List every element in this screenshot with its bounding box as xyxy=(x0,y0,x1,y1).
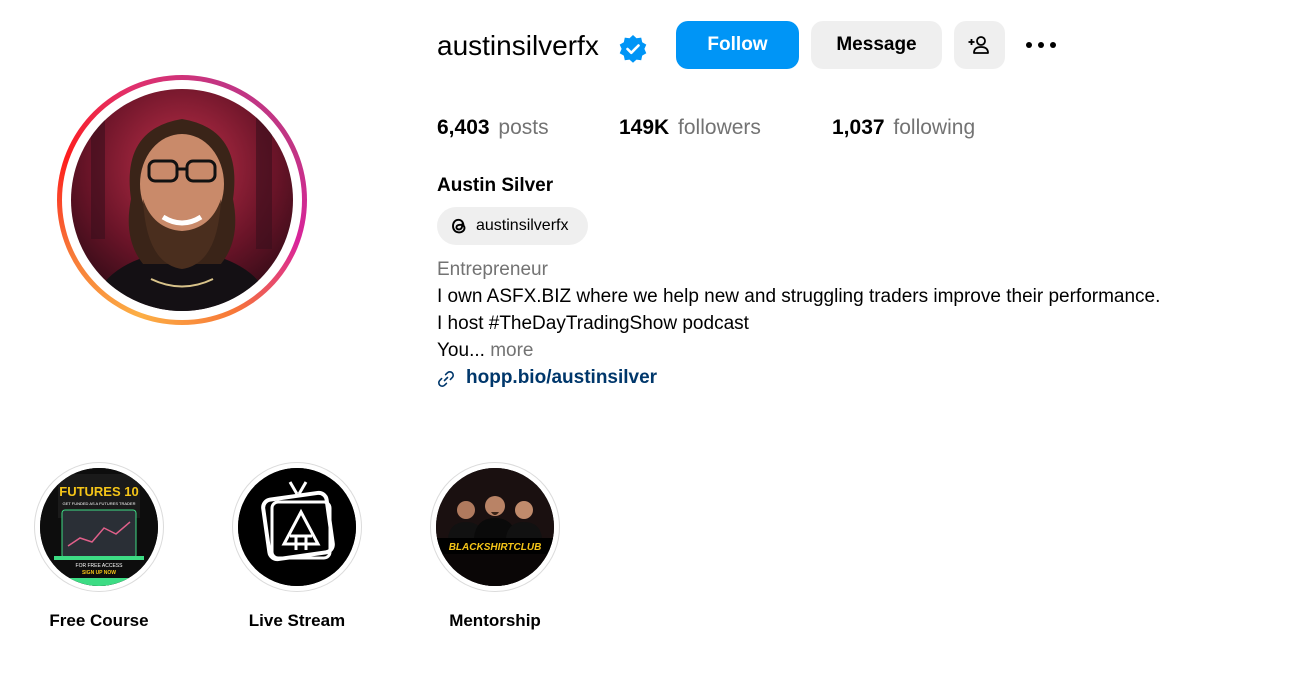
more-options-icon[interactable] xyxy=(1022,34,1060,56)
threads-link-button[interactable]: austinsilverfx xyxy=(437,207,588,245)
profile-category: Entrepreneur xyxy=(437,259,548,280)
follow-button[interactable]: Follow xyxy=(676,21,799,69)
cover-signup-text: SIGN UP NOW xyxy=(82,570,116,576)
bio-line-text: You... xyxy=(437,340,485,361)
free-course-cover-image: FUTURES 10 GET FUNDED AS A FUTURES TRADE… xyxy=(40,468,158,586)
tv-icon xyxy=(238,468,356,586)
highlight-cover-mentorship: BLACKSHIRTCLUB xyxy=(436,468,554,586)
profile-avatar[interactable] xyxy=(71,89,293,311)
bio-line: I host #TheDayTradingShow podcast xyxy=(437,313,749,334)
highlight-label: Live Stream xyxy=(248,611,346,630)
bio-line-truncated: You... more xyxy=(437,339,533,363)
external-link[interactable]: hopp.bio/austinsilver xyxy=(466,366,657,390)
cover-cta-text: FOR FREE ACCESS xyxy=(76,563,124,569)
highlight-label: Free Course xyxy=(49,611,149,630)
message-button[interactable]: Message xyxy=(811,21,942,69)
following-count[interactable]: 1,037 following xyxy=(832,115,975,141)
following-value: 1,037 xyxy=(832,116,885,139)
posts-count: 6,403 posts xyxy=(437,115,549,141)
bio-more-link[interactable]: more xyxy=(490,340,533,361)
mentorship-cover-image: BLACKSHIRTCLUB xyxy=(436,468,554,586)
followers-value: 149K xyxy=(619,116,670,139)
profile-avatar-ring[interactable] xyxy=(57,75,307,325)
posts-value: 6,403 xyxy=(437,116,490,139)
highlight-cover-free-course: FUTURES 10 GET FUNDED AS A FUTURES TRADE… xyxy=(40,468,158,586)
cover-title-text: FUTURES 10 xyxy=(59,484,138,499)
link-icon xyxy=(438,371,454,387)
followers-count[interactable]: 149K followers xyxy=(619,115,761,141)
followers-label: followers xyxy=(678,116,761,139)
highlight-label: Mentorship xyxy=(449,611,541,630)
highlight-cover-live-stream xyxy=(238,468,356,586)
add-user-icon xyxy=(968,36,989,54)
following-label: following xyxy=(893,116,976,139)
bio-line: I own ASFX.BIZ where we help new and str… xyxy=(437,286,1161,307)
profile-full-name: Austin Silver xyxy=(437,175,554,196)
threads-icon xyxy=(452,218,466,234)
posts-label: posts xyxy=(498,116,549,139)
avatar-photo xyxy=(71,89,293,311)
cover-brand-text: BLACKSHIRTCLUB xyxy=(449,542,542,553)
verified-badge-icon xyxy=(619,35,647,63)
threads-handle: austinsilverfx xyxy=(476,217,569,234)
profile-username: austinsilverfx xyxy=(437,30,599,61)
cover-subtitle-text: GET FUNDED AS A FUTURES TRADER xyxy=(63,501,136,506)
suggest-similar-button[interactable] xyxy=(954,21,1005,69)
